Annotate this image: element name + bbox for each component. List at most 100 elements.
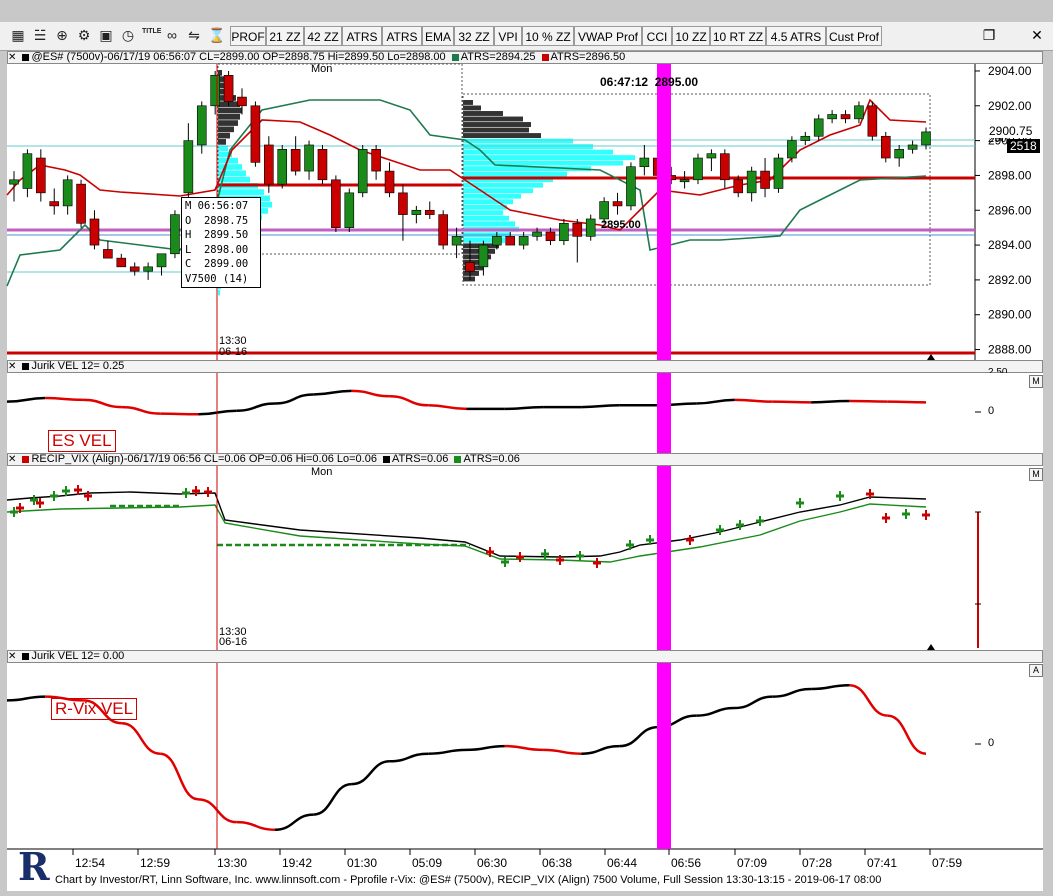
candle-body [304,144,314,172]
candle-body [89,218,100,246]
candle-body [210,75,220,107]
candle-body [465,262,475,272]
price-tick-label: 2892.00 [988,273,1032,287]
candle-body [49,201,60,207]
time-marker-rvix-vel [657,663,671,849]
candle-body [921,131,931,146]
candle-body [559,223,569,242]
volume-profile-bar [463,122,531,127]
time-tick-label: 01:30 [347,856,377,870]
candle-body [156,253,167,268]
volume-profile-bar [463,199,513,205]
time-tick-label: 07:09 [737,856,767,870]
candle-body [277,149,288,185]
linn-logo: R [15,844,53,889]
volume-tag: 2518 [1007,139,1040,153]
candle-body [129,266,140,272]
volume-profile-bar [218,132,230,139]
last-price-tag: 2900.75 [987,124,1035,138]
candle-body [813,118,824,137]
volume-profile-bar [463,221,515,227]
time-tick-label: 07:59 [932,856,962,870]
candle-body [532,231,542,237]
candle-body [626,166,636,207]
price-tick-label: 2894.00 [988,238,1032,252]
ohlc-close: C 2899.00 [185,258,249,270]
candle-body [840,114,851,120]
candle-body [237,96,247,107]
candle-body [290,149,301,172]
es-vel-segment [849,399,888,403]
price-tick-label: 2902.00 [988,99,1032,113]
candle-body [545,231,556,242]
candle-body [331,179,341,228]
candle-body [505,236,516,246]
volume-profile-bar [218,70,222,76]
time-tick-label: 13:30 [217,856,247,870]
ohlc-open: O 2898.75 [185,214,249,227]
vix-day-label: Mon [311,466,333,478]
price-tick-label: 2896.00 [988,203,1032,217]
session-date-label: 06-16 [219,346,248,358]
ohlc-volume: V7500 (14) [185,272,249,285]
time-tick-label: 06:44 [607,856,637,870]
candle-body [760,170,770,189]
rvix-vel-panel-bg [7,663,1043,849]
volume-profile-bar [463,160,623,166]
time-tick-label: 06:38 [542,856,572,870]
volume-profile-bar [218,289,220,296]
logo-letter: R [18,844,50,889]
time-tick-label: 05:09 [412,856,442,870]
price-tick-label: 2904.00 [988,64,1032,78]
time-tick-label: 07:41 [867,856,897,870]
volume-profile-bar [463,144,593,150]
time-tick-label: 07:28 [802,856,832,870]
day-label: Mon [311,63,333,75]
volume-profile-bar [463,215,509,221]
volume-profile-bar [463,133,541,139]
vix-panel-maximize-button[interactable]: M [1029,468,1043,481]
volume-profile-bar [463,204,507,210]
candle-body [773,157,784,189]
candle-body [478,244,489,268]
volume-profile-bar [218,113,240,120]
candle-body [827,114,837,120]
candle-body [371,149,381,172]
candle-body [907,144,918,150]
candle-body [9,179,19,185]
time-tick-label: 12:59 [140,856,170,870]
candle-body [424,209,435,215]
candle-body [451,236,462,246]
candle-body [76,183,86,224]
chart-area[interactable]: 2904.002902.002900.002898.002896.002894.… [0,0,1053,896]
candle-body [62,179,73,207]
candle-body [612,201,623,207]
candle-body [196,105,207,146]
volume-profile-bar [218,164,242,170]
volume-profile-bar [463,111,503,116]
volume-profile-bar [463,171,567,177]
price-panel-maximize-button[interactable]: M [1029,375,1043,388]
candle-body [746,170,757,194]
es-vel-tag: ES VEL [48,430,116,452]
candle-body [639,157,650,168]
volume-profile-bar [218,126,234,133]
es-vel-zero-label: 0 [988,405,995,417]
candle-body [679,179,690,183]
volume-profile-bar [463,127,529,133]
ohlc-high: H 2899.50 [185,229,249,241]
vix-session-date-label: 06-16 [219,636,248,648]
time-marker-vix [657,466,671,650]
candle-body [250,105,261,163]
candle-body [880,135,891,159]
rvix-panel-autoscale-button[interactable]: A [1029,664,1043,677]
volume-profile-bar [218,139,226,145]
volume-profile-bar [463,149,613,155]
candle-body [143,266,153,272]
candle-body [22,153,33,189]
time-marker-price [657,64,671,360]
volume-profile-bar [218,189,264,195]
candle-body [223,75,234,102]
es-vel-segment [887,400,927,404]
candle-body [492,236,502,246]
